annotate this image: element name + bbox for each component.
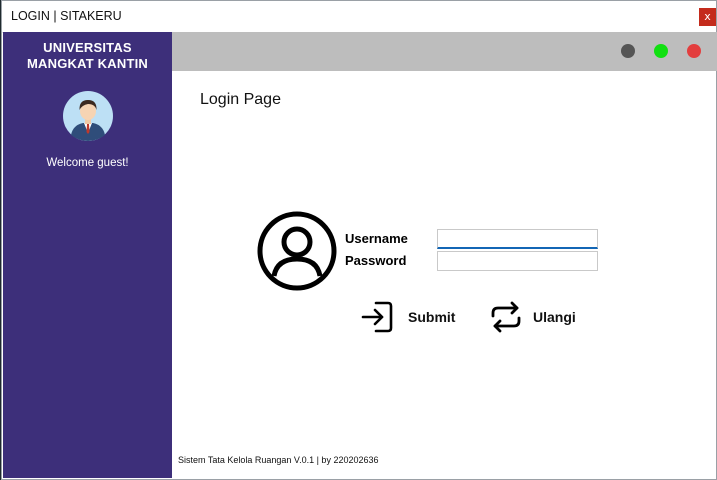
maximize-button[interactable]	[654, 44, 668, 58]
avatar-icon	[63, 91, 113, 141]
top-bar	[172, 32, 717, 71]
password-input[interactable]	[437, 251, 598, 271]
university-name: UNIVERSITAS MANGKAT KANTIN	[3, 40, 172, 71]
footer-text: Sistem Tata Kelola Ruangan V.0.1 | by 22…	[178, 455, 379, 465]
submit-label: Submit	[408, 309, 456, 325]
reset-label: Ulangi	[533, 309, 576, 325]
page-title: Login Page	[200, 91, 281, 108]
user-circle-icon	[257, 211, 337, 291]
username-input[interactable]	[437, 229, 598, 249]
close-button[interactable]	[687, 44, 701, 58]
submit-button[interactable]: Submit	[360, 299, 455, 335]
reset-button[interactable]: Ulangi	[489, 299, 576, 335]
sidebar: UNIVERSITAS MANGKAT KANTIN Welcome guest…	[3, 32, 172, 478]
username-label: Username	[345, 231, 408, 246]
minimize-button[interactable]	[621, 44, 635, 58]
window-close-button[interactable]: x	[699, 8, 716, 26]
window-title: LOGIN | SITAKERU	[11, 9, 122, 23]
university-line-1: UNIVERSITAS	[43, 40, 132, 55]
sign-in-icon	[361, 301, 393, 333]
university-line-2: MANGKAT KANTIN	[27, 55, 148, 71]
repeat-icon	[491, 301, 521, 333]
title-bar: LOGIN | SITAKERU x	[2, 1, 716, 33]
welcome-text: Welcome guest!	[46, 157, 129, 169]
password-label: Password	[345, 253, 407, 268]
